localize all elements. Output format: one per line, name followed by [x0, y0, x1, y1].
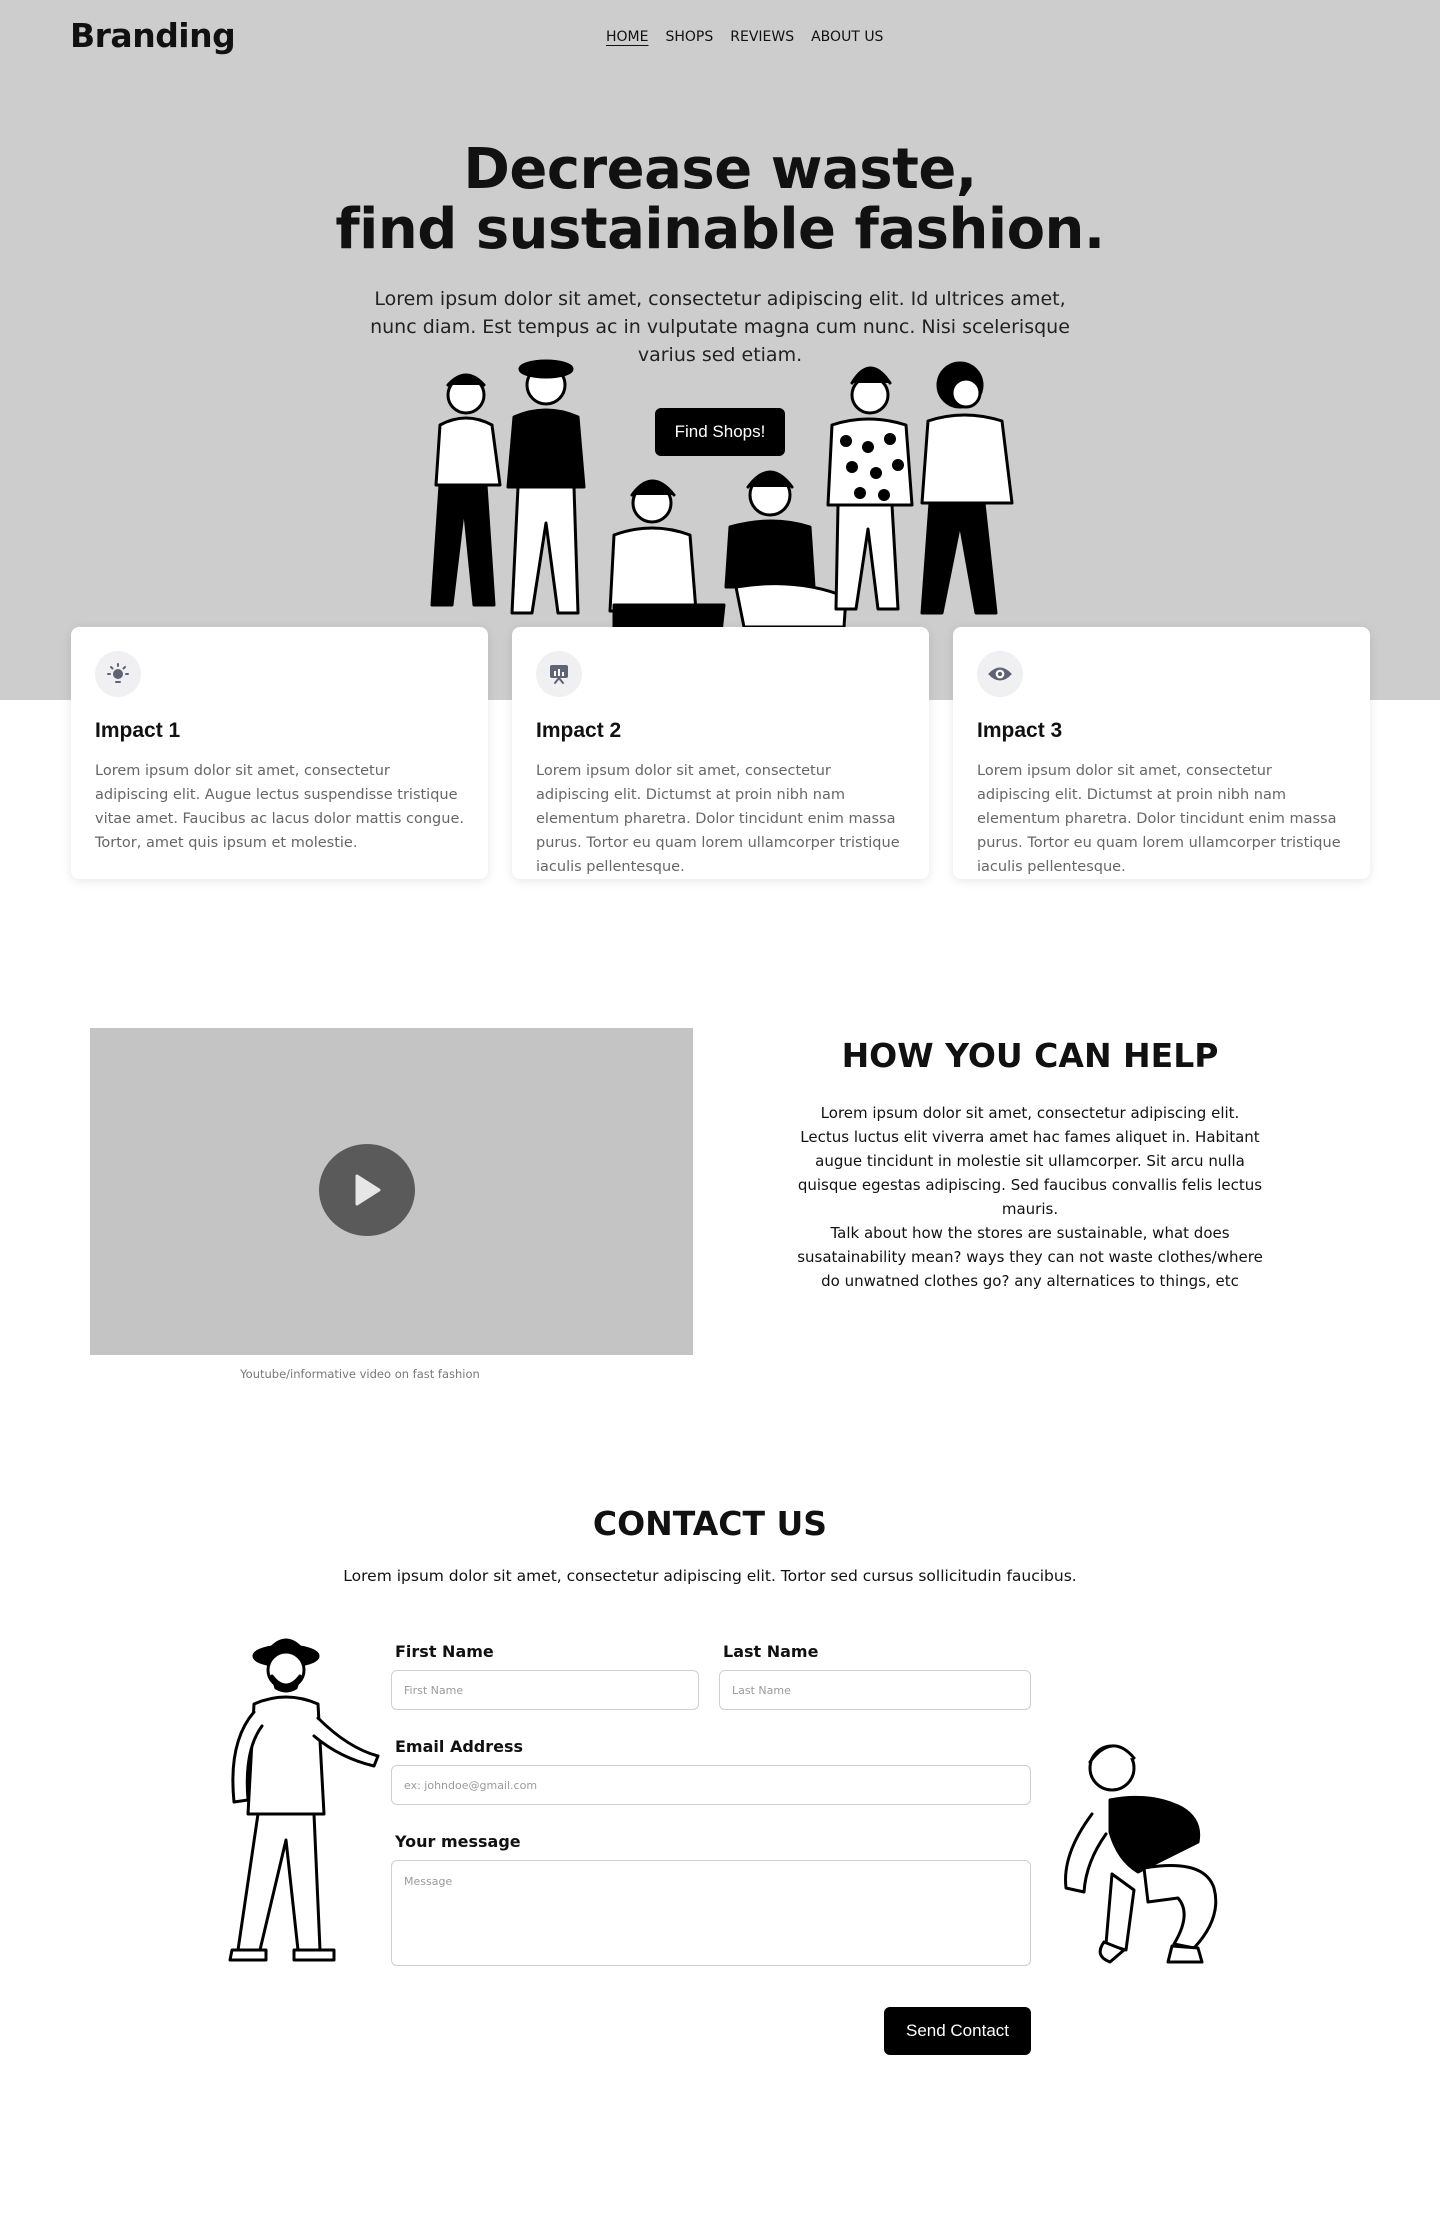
- impact-card-3: Impact 3 Lorem ipsum dolor sit amet, con…: [953, 627, 1370, 879]
- crouching-man-illustration: [1064, 1744, 1218, 1964]
- nav-about[interactable]: ABOUT US: [811, 29, 883, 45]
- help-paragraph-1: Lorem ipsum dolor sit amet, consectetur …: [797, 1104, 1263, 1218]
- impact-title: Impact 2: [536, 719, 622, 742]
- lightbulb-icon: [107, 663, 129, 683]
- message-label: Your message: [395, 1832, 521, 1851]
- impact-title: Impact 3: [977, 719, 1063, 742]
- contact-subtitle: Lorem ipsum dolor sit amet, consectetur …: [343, 1567, 1077, 1585]
- icon-bubble: [95, 651, 141, 697]
- play-icon: [355, 1174, 381, 1206]
- main-nav: HOME SHOPS REVIEWS ABOUT US: [606, 29, 883, 45]
- nav-shops[interactable]: SHOPS: [665, 29, 713, 45]
- email-label: Email Address: [395, 1737, 524, 1756]
- first-name-label: First Name: [395, 1642, 494, 1661]
- find-shops-button[interactable]: Find Shops!: [655, 408, 785, 456]
- impact-card-2: Impact 2 Lorem ipsum dolor sit amet, con…: [512, 627, 929, 879]
- presentation-chart-icon: [550, 665, 568, 684]
- icon-bubble: [536, 651, 582, 697]
- first-name-field[interactable]: [391, 1670, 699, 1710]
- last-name-field[interactable]: [719, 1670, 1031, 1710]
- man-with-hat-illustration: [228, 1638, 380, 1962]
- impact-text: Lorem ipsum dolor sit amet, consectetur …: [536, 763, 900, 875]
- eye-icon: [988, 667, 1012, 681]
- impact-text: Lorem ipsum dolor sit amet, consectetur …: [977, 763, 1341, 875]
- help-title: HOW YOU CAN HELP: [841, 1036, 1219, 1075]
- contact-title: CONTACT US: [592, 1504, 828, 1543]
- help-paragraph-2: Talk about how the stores are sustainabl…: [797, 1224, 1263, 1290]
- play-button[interactable]: [319, 1144, 415, 1236]
- people-illustration: [430, 359, 1014, 660]
- nav-reviews[interactable]: REVIEWS: [730, 29, 794, 45]
- icon-bubble: [977, 651, 1023, 697]
- last-name-label: Last Name: [723, 1642, 819, 1661]
- hero-title: Decrease waste, find sustainable fashion…: [320, 140, 1120, 260]
- hero-title-line1: Decrease waste,: [463, 137, 977, 202]
- impact-title: Impact 1: [95, 719, 181, 742]
- nav-home[interactable]: HOME: [606, 29, 648, 45]
- impact-card-1: Impact 1 Lorem ipsum dolor sit amet, con…: [71, 627, 488, 879]
- video-caption: Youtube/informative video on fast fashio…: [240, 1367, 480, 1381]
- impact-text: Lorem ipsum dolor sit amet, consectetur …: [95, 763, 464, 851]
- message-field[interactable]: [391, 1860, 1031, 1966]
- send-contact-button[interactable]: Send Contact: [884, 2007, 1031, 2055]
- video-player[interactable]: [90, 1028, 693, 1355]
- brand-logo[interactable]: Branding: [70, 16, 236, 55]
- hero-title-line2: find sustainable fashion.: [335, 197, 1105, 262]
- email-field[interactable]: [391, 1765, 1031, 1805]
